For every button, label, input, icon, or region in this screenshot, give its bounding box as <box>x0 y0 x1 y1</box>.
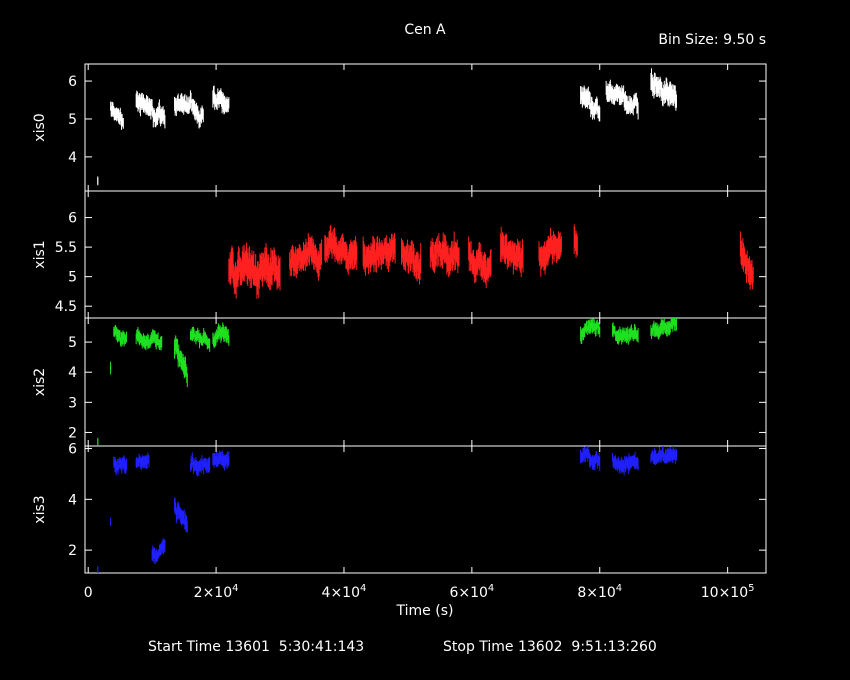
y-tick-label: 2 <box>68 543 77 559</box>
y-tick-label: 5.5 <box>55 240 77 256</box>
y-tick-label: 5 <box>68 270 77 286</box>
y-tick-label: 3 <box>68 395 77 411</box>
y-tick-label: 6 <box>68 211 77 227</box>
bin-size-label: Bin Size: 9.50 s <box>658 32 766 48</box>
panel-frame <box>84 190 767 319</box>
series-xis3 <box>97 446 677 573</box>
x-tick-label: 6×104 <box>449 583 494 601</box>
panel-xis1: 4.5 5 5.5 6 xis1 <box>32 190 767 319</box>
panel-label-xis2: xis2 <box>32 368 48 396</box>
y-tick-label: 4.5 <box>55 299 77 315</box>
series-xis2 <box>97 318 677 446</box>
panel-label-xis1: xis1 <box>32 240 48 268</box>
panel-label-xis0: xis0 <box>32 113 48 141</box>
panel-label-xis3: xis3 <box>32 495 48 523</box>
y-tick-label: 5 <box>68 335 77 351</box>
stop-time-label: Stop Time 13602 9:51:13:260 <box>443 639 657 655</box>
y-tick-label: 2 <box>68 425 77 441</box>
panel-xis3: 2 4 6 xis3 <box>32 442 767 574</box>
x-axis: 0 2×104 4×104 6×104 8×104 10×105 <box>84 583 755 601</box>
light-curve-chart: Cen A Bin Size: 9.50 s 4 5 6 xis0 4.5 5 5.5 6 xi… <box>32 22 767 655</box>
x-tick-label: 8×104 <box>577 583 622 601</box>
panel-frame <box>84 445 767 574</box>
y-tick-label: 4 <box>68 150 77 166</box>
y-tick-label: 5 <box>68 112 77 128</box>
panels-group: 4 5 6 xis0 4.5 5 5.5 6 xis1 2 3 4 5 xis2 2 4 6 xis3 <box>32 63 767 574</box>
start-time-label: Start Time 13601 5:30:41:143 <box>148 639 364 655</box>
y-tick-label: 6 <box>68 74 77 90</box>
x-axis-label: Time (s) <box>396 603 454 619</box>
x-tick-label: 10×105 <box>701 583 755 601</box>
y-tick-label: 4 <box>68 492 77 508</box>
panel-xis0: 4 5 6 xis0 <box>32 63 767 192</box>
x-tick-label: 4×104 <box>322 583 367 601</box>
x-tick-label: 0 <box>84 585 93 601</box>
x-tick-label: 2×104 <box>194 583 239 601</box>
y-tick-label: 6 <box>68 442 77 458</box>
series-xis0 <box>97 68 677 186</box>
panel-xis2: 2 3 4 5 xis2 <box>32 317 767 447</box>
y-tick-label: 4 <box>68 365 77 381</box>
series-xis1 <box>228 224 754 299</box>
chart-title: Cen A <box>404 22 446 38</box>
